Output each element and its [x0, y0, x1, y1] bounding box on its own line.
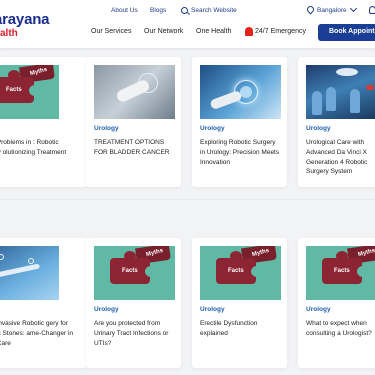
- location-pin-icon: [305, 4, 316, 15]
- blog-card[interactable]: Myths Facts Urology Erectile Dysfunction…: [192, 238, 287, 368]
- card-category[interactable]: Urology: [200, 125, 225, 132]
- card-title[interactable]: Exploring Robotic Surgery in Urology: Pr…: [200, 138, 282, 167]
- facts-label: Facts: [6, 87, 22, 93]
- card-title[interactable]: imally Invasive Robotic gery for Ureteri…: [0, 319, 74, 348]
- doctor-hologram-image: [94, 65, 175, 119]
- facts-label: Facts: [228, 268, 244, 274]
- blog-card[interactable]: ology imally Invasive Robotic gery for U…: [0, 238, 87, 368]
- book-appointment-button[interactable]: Book Appointment: [318, 24, 375, 41]
- nav-emergency[interactable]: 24/7 Emergency: [255, 28, 306, 35]
- about-us-link[interactable]: About Us: [111, 7, 138, 14]
- card-title[interactable]: Are you protected from Urinary Tract Inf…: [94, 319, 176, 348]
- location-selector[interactable]: Bangalore: [317, 7, 347, 14]
- blog-card[interactable]: Myths Facts Urology Are you protected fr…: [86, 238, 181, 368]
- nav-one-health[interactable]: One Health: [196, 28, 231, 35]
- blog-card[interactable]: Myths Facts ology ogical Problems in : R…: [0, 57, 87, 187]
- myths-facts-image: Myths Facts: [200, 246, 281, 300]
- surgery-team-image: [306, 65, 375, 119]
- card-title[interactable]: What to expect when consulting a Urologi…: [306, 319, 375, 339]
- blogs-link[interactable]: Blogs: [150, 7, 166, 14]
- card-title[interactable]: ogical Problems in : Robotic Surgery olu…: [0, 138, 74, 167]
- myths-facts-image: Myths Facts: [306, 246, 375, 300]
- card-category[interactable]: Urology: [306, 306, 331, 313]
- site-header: arayana alth About Us Blogs Search Websi…: [0, 0, 375, 48]
- blog-card[interactable]: Urology TREATMENT OPTIONS FOR BLADDER CA…: [86, 57, 181, 187]
- myths-facts-image: Myths Facts: [94, 246, 175, 300]
- card-category[interactable]: Urology: [200, 306, 225, 313]
- facts-label: Facts: [334, 268, 350, 274]
- nav-our-network[interactable]: Our Network: [144, 28, 183, 35]
- myths-facts-image: Myths Facts: [0, 65, 59, 119]
- card-title[interactable]: Urological Care with Advanced Da Vinci X…: [306, 138, 375, 177]
- chevron-down-icon[interactable]: [349, 4, 358, 13]
- robotic-hand-image: [200, 65, 281, 119]
- logo-text[interactable]: arayana: [0, 11, 50, 28]
- nav-our-services[interactable]: Our Services: [91, 28, 131, 35]
- card-title[interactable]: TREATMENT OPTIONS FOR BLADDER CANCER: [94, 138, 176, 158]
- search-website-link[interactable]: Search Website: [191, 7, 237, 14]
- card-category[interactable]: Urology: [94, 125, 119, 132]
- blog-card[interactable]: Myths Facts Urology What to expect when …: [298, 238, 375, 368]
- robotic-surgery-image: [0, 246, 59, 300]
- card-category[interactable]: Urology: [94, 306, 119, 313]
- blog-card[interactable]: Urology Exploring Robotic Surgery in Uro…: [192, 57, 287, 187]
- emergency-alarm-icon: [245, 27, 253, 36]
- facts-label: Facts: [122, 268, 138, 274]
- blog-card[interactable]: Urology Urological Care with Advanced Da…: [298, 57, 375, 187]
- section-divider: [0, 199, 375, 200]
- user-icon[interactable]: [369, 6, 375, 14]
- search-icon[interactable]: [181, 7, 188, 14]
- card-title[interactable]: Erectile Dysfunction explained: [200, 319, 282, 339]
- page: arayana alth About Us Blogs Search Websi…: [0, 0, 375, 375]
- card-category[interactable]: Urology: [306, 125, 331, 132]
- logo-subtext[interactable]: alth: [0, 28, 18, 39]
